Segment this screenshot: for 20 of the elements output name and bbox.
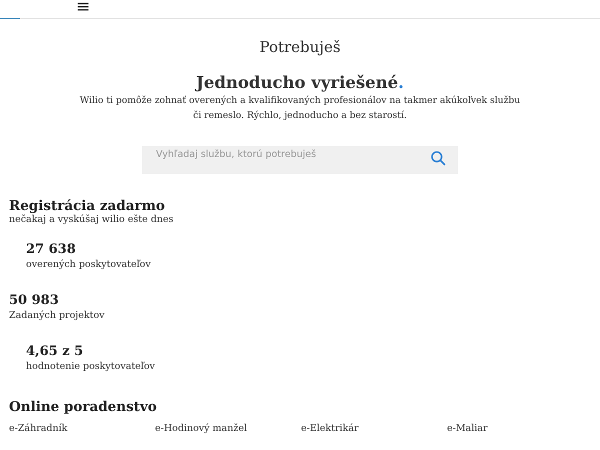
- hero-title: Jednoducho vyriešené.: [196, 73, 404, 92]
- stat-label: hodnotenie poskytovateľov: [26, 360, 156, 373]
- stat-value: 4,65 z 5: [26, 344, 84, 360]
- search-icon[interactable]: [430, 150, 446, 166]
- section-title: Online poradenstvo: [9, 399, 158, 415]
- service-link[interactable]: e-Hodinový manžel: [155, 423, 248, 434]
- stat-value: 27 638: [26, 242, 77, 258]
- stat-label: Zadaných projektov: [9, 309, 106, 322]
- service-link[interactable]: e-Maliar: [447, 423, 488, 434]
- menu-button[interactable]: ≡: [74, 0, 92, 17]
- stat-label: overených poskytovateľov: [26, 258, 152, 271]
- search-field[interactable]: Vyhľadaj službu, ktorú potrebuješ: [142, 146, 458, 174]
- stat-value: 50 983: [9, 293, 60, 309]
- registration-subtitle: nečakaj a vyskúšaj wilio ešte dnes: [9, 214, 174, 225]
- service-link[interactable]: e-Záhradník: [9, 423, 68, 434]
- logo-underline: [0, 18, 20, 19]
- registration-title: Registrácia zadarmo: [9, 198, 166, 214]
- service-link[interactable]: e-Elektrikár: [301, 423, 359, 434]
- hero-description: Wilio ti pomôže zohnať overených a kvalifikovaných profesionálov na takmer akúkoľvek službu či remeslo. Rýchlo, jednoducho a bez starostí.: [78, 94, 522, 123]
- hero-kicker: Potrebuješ: [259, 38, 341, 56]
